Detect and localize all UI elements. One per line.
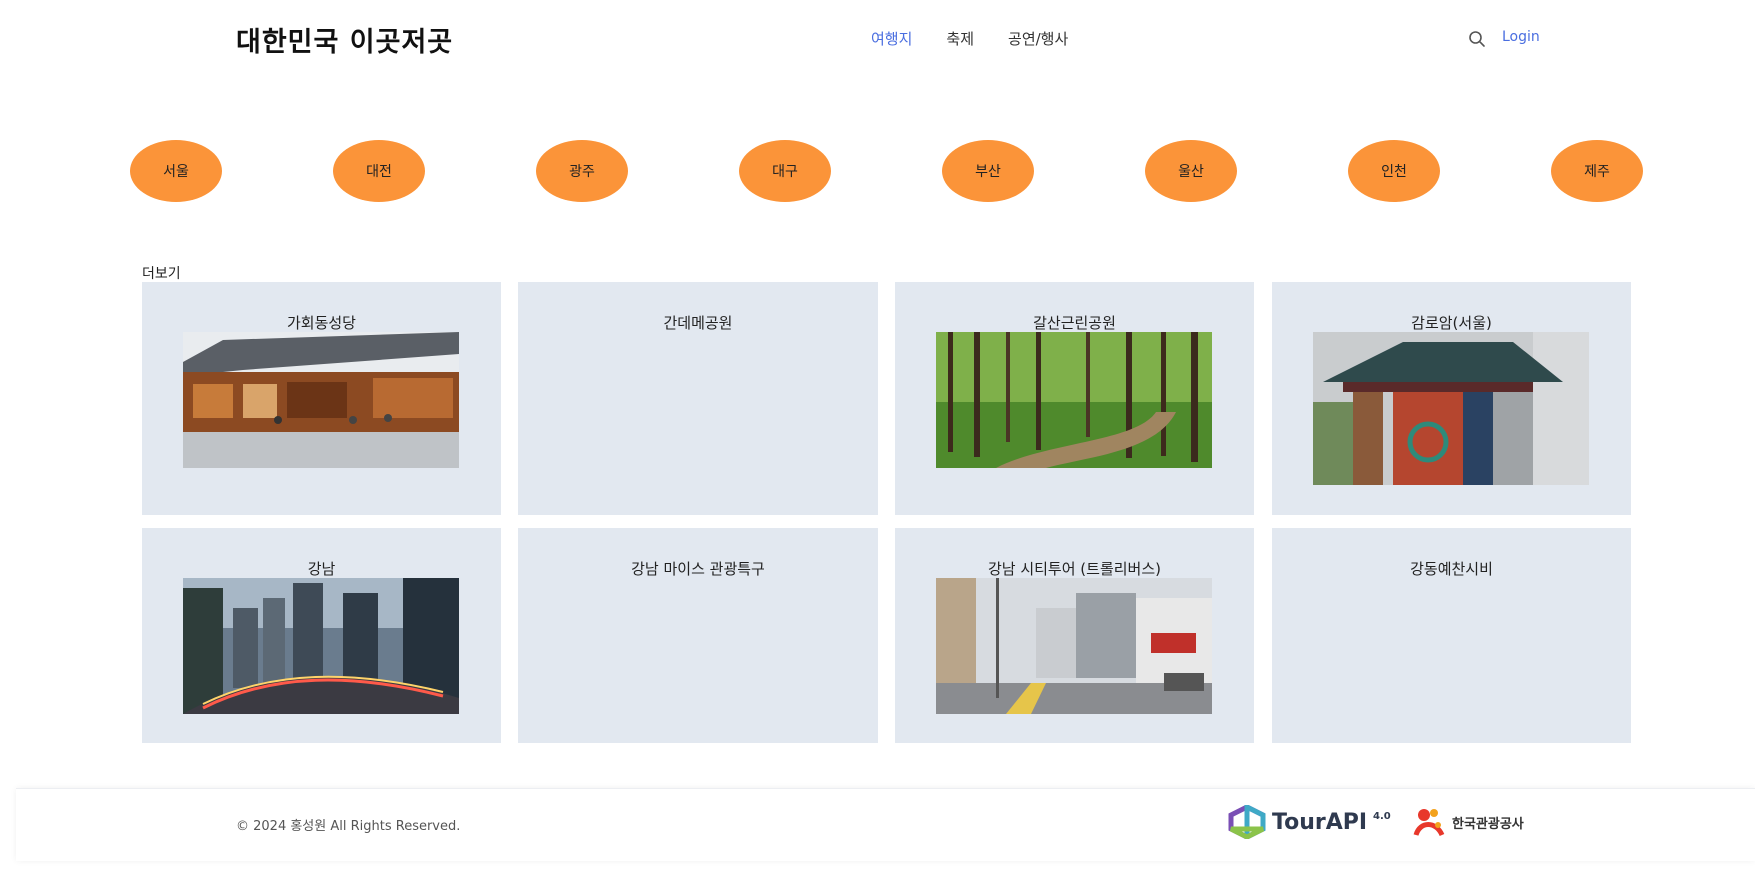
login-link[interactable]: Login [1502,29,1540,45]
region-button-gwangju[interactable]: 광주 [536,140,628,202]
attraction-card[interactable]: 가회동성당 [142,282,501,515]
forest-path-image [936,332,1212,468]
card-title: 강동예찬시비 [1410,560,1493,578]
hanok-courtyard-image [183,332,459,468]
attraction-card[interactable]: 강남 [142,528,501,743]
attraction-card[interactable]: 감로암(서울) [1272,282,1631,515]
tourapi-version: 4.0 [1373,810,1391,822]
card-title: 강남 시티투어 (트롤리버스) [987,560,1162,578]
card-title: 강남 마이스 관광특구 [631,560,765,578]
region-button-seoul[interactable]: 서울 [130,140,222,202]
region-button-busan[interactable]: 부산 [942,140,1034,202]
search-icon[interactable] [1468,30,1486,48]
attraction-card[interactable]: 간데메공원 [518,282,878,515]
attraction-card[interactable]: 강남 마이스 관광특구 [518,528,878,743]
card-title: 감로암(서울) [1411,314,1492,332]
card-image[interactable] [936,578,1212,714]
temple-gate-image [1313,332,1589,485]
card-title: 강남 [307,560,336,578]
site-brand[interactable]: 대한민국 이곳저곳 [236,20,453,59]
city-night-image [183,578,459,714]
card-image[interactable] [936,332,1212,468]
region-button-jeju[interactable]: 제주 [1551,140,1643,202]
site-footer: © 2024 홍성원 All Rights Reserved. TourAPI … [16,788,1755,861]
kto-logo[interactable]: 한국관광공사 [1410,805,1524,839]
card-title: 갈산근린공원 [1033,314,1116,332]
card-title: 가회동성당 [286,314,356,332]
nav-item-travel[interactable]: 여행지 [871,28,912,49]
region-button-incheon[interactable]: 인천 [1348,140,1440,202]
hexagon-icon [1228,805,1266,839]
card-image[interactable] [183,578,459,714]
tourapi-text: TourAPI [1272,809,1368,835]
site-header: 대한민국 이곳저곳 여행지 축제 공연/행사 Login [0,0,1755,80]
nav-item-events[interactable]: 공연/행사 [1008,28,1068,49]
attraction-card[interactable]: 강남 시티투어 (트롤리버스) [895,528,1254,743]
attraction-card[interactable]: 갈산근린공원 [895,282,1254,515]
copyright-text: © 2024 홍성원 All Rights Reserved. [236,819,461,834]
street-view-image [936,578,1212,714]
region-button-ulsan[interactable]: 울산 [1145,140,1237,202]
more-link[interactable]: 더보기 [142,263,181,283]
card-title: 간데메공원 [663,314,733,332]
kto-emblem-icon [1413,809,1445,837]
attraction-card[interactable]: 강동예찬시비 [1272,528,1631,743]
region-selector: 서울 대전 광주 대구 부산 울산 인천 제주 [130,140,1644,202]
nav-item-festival[interactable]: 축제 [946,28,974,49]
card-image[interactable] [1313,332,1589,485]
region-button-daejeon[interactable]: 대전 [333,140,425,202]
kto-text: 한국관광공사 [1452,816,1524,832]
region-button-daegu[interactable]: 대구 [739,140,831,202]
main-nav: 여행지 축제 공연/행사 [871,28,1068,49]
card-image[interactable] [183,332,459,468]
tourapi-logo[interactable]: TourAPI 4.0 [1228,805,1391,839]
